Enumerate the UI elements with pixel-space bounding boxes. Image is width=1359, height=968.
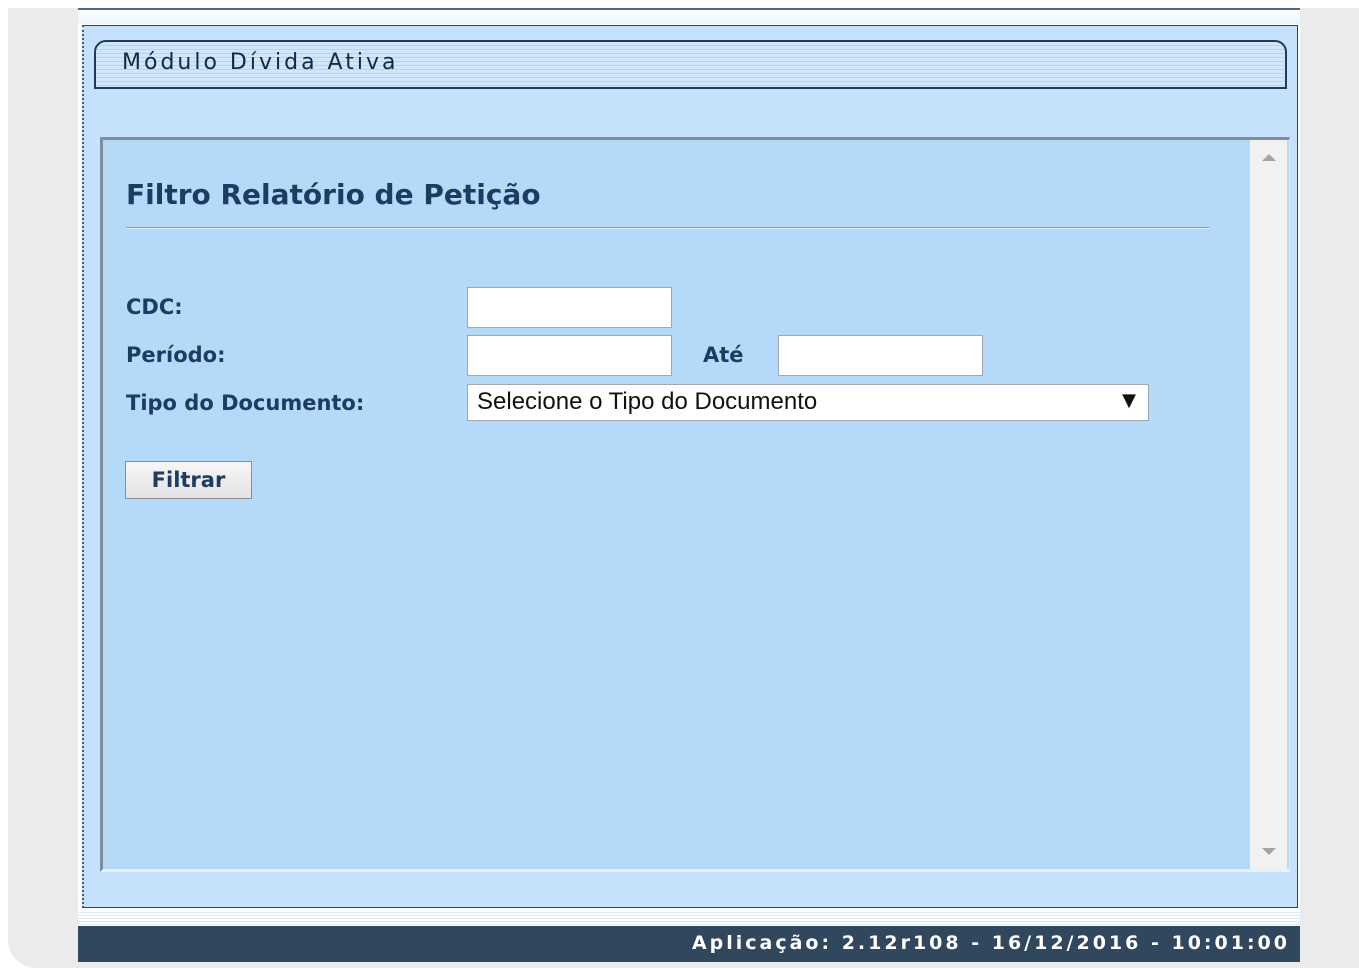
- periodo-to-input[interactable]: [778, 335, 983, 376]
- ate-label: Até: [703, 343, 744, 367]
- periodo-from-input[interactable]: [467, 335, 672, 376]
- tipo-documento-label: Tipo do Documento:: [126, 391, 365, 415]
- periodo-label: Período:: [126, 343, 226, 367]
- scroll-up-arrow-icon[interactable]: [1262, 154, 1276, 161]
- page-title: Filtro Relatório de Petição: [126, 178, 541, 211]
- top-header-strip: [78, 10, 1300, 24]
- cdc-label: CDC:: [126, 295, 183, 319]
- cdc-input[interactable]: [467, 287, 672, 328]
- module-title: Módulo Dívida Ativa: [122, 50, 399, 75]
- footer-bar: Aplicação: 2.12r108 - 16/12/2016 - 10:01…: [78, 926, 1300, 962]
- bottom-strip: [78, 910, 1300, 926]
- scroll-down-arrow-icon[interactable]: [1262, 848, 1276, 855]
- filtrar-button[interactable]: Filtrar: [125, 461, 252, 499]
- vertical-scrollbar[interactable]: [1250, 140, 1287, 869]
- tipo-documento-selected-value: Selecione o Tipo do Documento: [477, 388, 818, 415]
- content-panel: [100, 137, 1290, 872]
- title-divider: [126, 227, 1209, 229]
- footer-version-text: Aplicação: 2.12r108 - 16/12/2016 - 10:01…: [691, 932, 1290, 954]
- tipo-documento-select[interactable]: Selecione o Tipo do Documento ▼: [467, 384, 1149, 421]
- dropdown-arrow-icon: ▼: [1122, 390, 1136, 411]
